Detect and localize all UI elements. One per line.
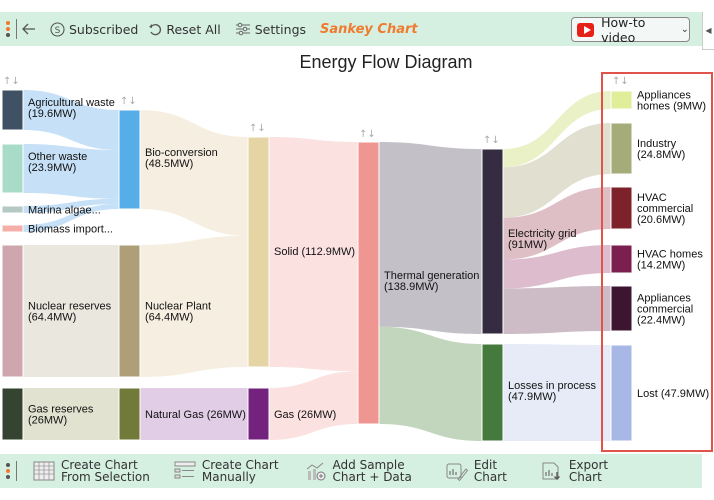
label-line2: Chart + Data: [332, 470, 412, 484]
sort-arrows-icon[interactable]: ↑↓: [249, 123, 266, 134]
sankey-node-gas_res[interactable]: [1, 387, 24, 441]
sankey-node-nuclear_res[interactable]: [1, 244, 24, 378]
export-chart-button[interactable]: Export Chart: [541, 459, 608, 483]
dot: [6, 463, 10, 467]
dot: [6, 469, 10, 473]
selection-highlight-box: [601, 72, 713, 452]
edit-chart-icon: [446, 463, 468, 481]
node-label-gas_res: (26MW): [28, 415, 67, 427]
label-line2: Manually: [201, 470, 256, 484]
export-chart-icon: [542, 462, 560, 480]
dot: [6, 475, 10, 479]
sort-arrows-icon[interactable]: ↑↓: [120, 96, 137, 107]
node-label-bio: (48.5MW): [145, 158, 193, 170]
sankey-node-biomass[interactable]: [1, 224, 24, 233]
sankey-node-algae[interactable]: [1, 205, 24, 214]
sankey-link-thermal-to-losses[interactable]: [379, 326, 482, 441]
sankey-node-gas[interactable]: [247, 387, 270, 441]
sankey-link-grid-to-app_com[interactable]: [503, 286, 611, 334]
sankey-node-grid[interactable]: [481, 148, 504, 335]
create-chart-from-selection-button[interactable]: Create Chart From Selection: [33, 459, 150, 483]
node-label-losses: (47.9MW): [508, 391, 556, 403]
sort-arrows-icon[interactable]: ↑↓: [483, 135, 500, 146]
label-line2: Chart: [473, 470, 507, 484]
sankey-node-nuclear_plant[interactable]: [118, 244, 141, 378]
list-form-icon: [174, 461, 196, 479]
divider: [16, 461, 17, 481]
node-label-nuclear_res: (64.4MW): [28, 312, 76, 324]
label-line2: From Selection: [61, 470, 150, 484]
sankey-node-losses[interactable]: [481, 343, 504, 442]
table-grid-icon: [33, 461, 55, 481]
menu-dots-icon[interactable]: [3, 463, 13, 479]
sankey-link-thermal-to-grid[interactable]: [379, 142, 482, 334]
sort-arrows-icon[interactable]: ↑↓: [359, 129, 376, 140]
node-label-agri: (19.6MW): [28, 108, 76, 120]
sample-data-icon: [306, 462, 326, 481]
bottom-toolbar: Create Chart From Selection Create Chart M…: [0, 454, 702, 488]
node-label-nuclear_plant: (64.4MW): [145, 312, 193, 324]
label-line2: Chart: [568, 470, 602, 484]
sankey-node-other[interactable]: [1, 143, 24, 194]
node-label-gas: Gas (26MW): [274, 409, 336, 421]
node-label-solid: Solid (112.9MW): [274, 246, 355, 258]
add-sample-chart-button[interactable]: Add Sample Chart + Data: [305, 459, 412, 483]
sort-arrows-icon[interactable]: ↑↓: [3, 76, 20, 87]
sankey-node-solid[interactable]: [247, 136, 270, 368]
sankey-node-thermal[interactable]: [357, 141, 380, 425]
node-label-biomass: Biomass import...: [28, 224, 113, 236]
node-label-grid: (91MW): [508, 239, 547, 251]
node-label-thermal: (138.9MW): [384, 281, 438, 293]
create-chart-manually-button[interactable]: Create Chart Manually: [174, 459, 279, 483]
sankey-link-bio-to-solid[interactable]: [140, 110, 248, 236]
node-label-natgas: Natural Gas (26MW): [145, 409, 246, 421]
sankey-node-natgas[interactable]: [118, 387, 141, 441]
edit-chart-button[interactable]: Edit Chart: [446, 459, 507, 483]
node-label-algae: Marina algae...: [28, 205, 101, 217]
sankey-node-bio[interactable]: [118, 109, 141, 210]
node-label-other: (23.9MW): [28, 162, 76, 174]
sankey-node-agri[interactable]: [1, 89, 24, 131]
sankey-link-gas-to-thermal[interactable]: [269, 371, 358, 440]
